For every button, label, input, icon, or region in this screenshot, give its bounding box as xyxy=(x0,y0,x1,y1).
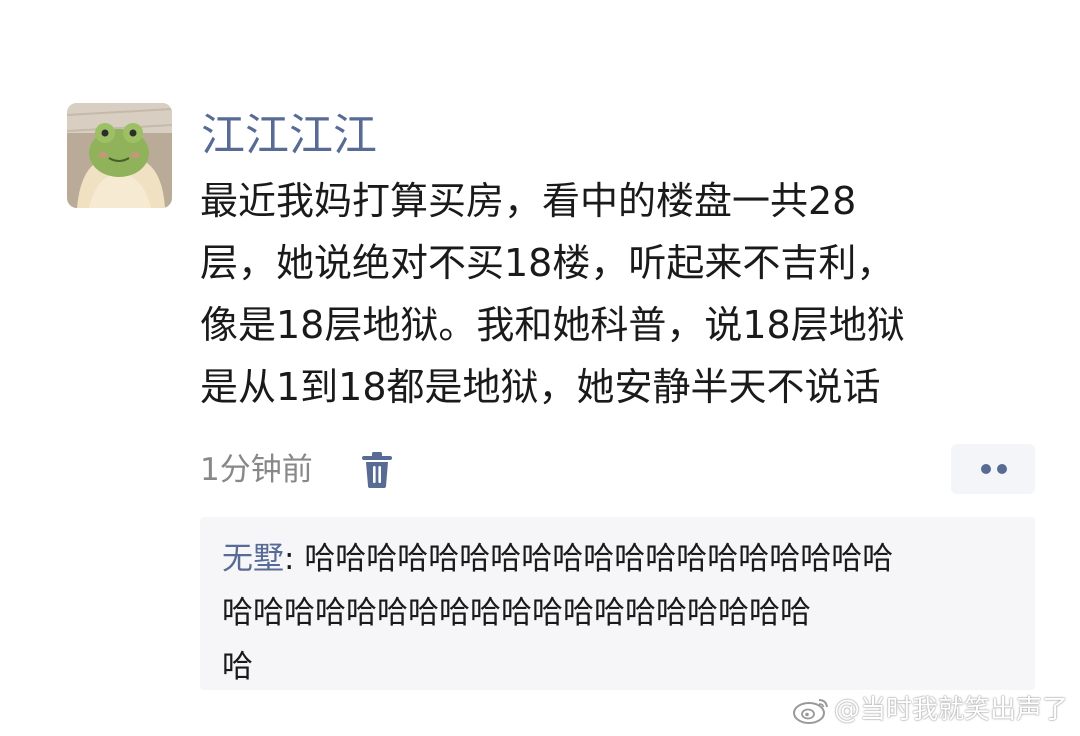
comment-line: 哈 xyxy=(222,649,253,685)
comment-separator: : xyxy=(284,541,305,577)
watermark-text: @当时我就笑出声了 xyxy=(833,695,1068,725)
watermark: @当时我就笑出声了 xyxy=(792,690,1068,730)
frog-plush-avatar-image xyxy=(67,103,172,208)
comment[interactable]: 无墅: 哈哈哈哈哈哈哈哈哈哈哈哈哈哈哈哈哈哈哈 哈哈哈哈哈哈哈哈哈哈哈哈哈哈哈哈… xyxy=(222,532,1022,694)
post-text-line: 像是18层地狱。我和她科普，说18层地狱 xyxy=(200,303,905,347)
post-text: 最近我妈打算买房，看中的楼盘一共28 层，她说绝对不买18楼，听起来不吉利， 像… xyxy=(200,170,1025,418)
post-text-line: 最近我妈打算买房，看中的楼盘一共28 xyxy=(200,179,857,223)
comment-line: 无墅: 哈哈哈哈哈哈哈哈哈哈哈哈哈哈哈哈哈哈哈 xyxy=(222,532,1022,586)
avatar[interactable] xyxy=(67,103,172,208)
comment-line: 哈哈哈哈哈哈哈哈哈哈哈哈哈哈哈哈哈哈哈 xyxy=(222,595,811,631)
post-text-line: 层，她说绝对不买18楼，听起来不吉利， xyxy=(200,241,895,285)
comment-author[interactable]: 无墅 xyxy=(222,541,284,577)
post-text-line: 是从1到18都是地狱，她安静半天不说话 xyxy=(200,365,881,409)
weibo-icon xyxy=(792,699,828,724)
more-dots-icon xyxy=(981,464,991,474)
delete-button[interactable] xyxy=(359,450,395,490)
comment-section: 无墅: 哈哈哈哈哈哈哈哈哈哈哈哈哈哈哈哈哈哈哈 哈哈哈哈哈哈哈哈哈哈哈哈哈哈哈哈… xyxy=(200,517,1035,690)
post-username[interactable]: 江江江江 xyxy=(201,108,377,164)
more-dots-icon xyxy=(997,464,1007,474)
comment-body: 哈哈哈哈哈哈哈哈哈哈哈哈哈哈哈哈哈哈哈 xyxy=(304,541,894,577)
more-options-button[interactable] xyxy=(951,444,1035,494)
trash-icon xyxy=(362,452,392,488)
post-timestamp: 1分钟前 xyxy=(200,452,313,488)
